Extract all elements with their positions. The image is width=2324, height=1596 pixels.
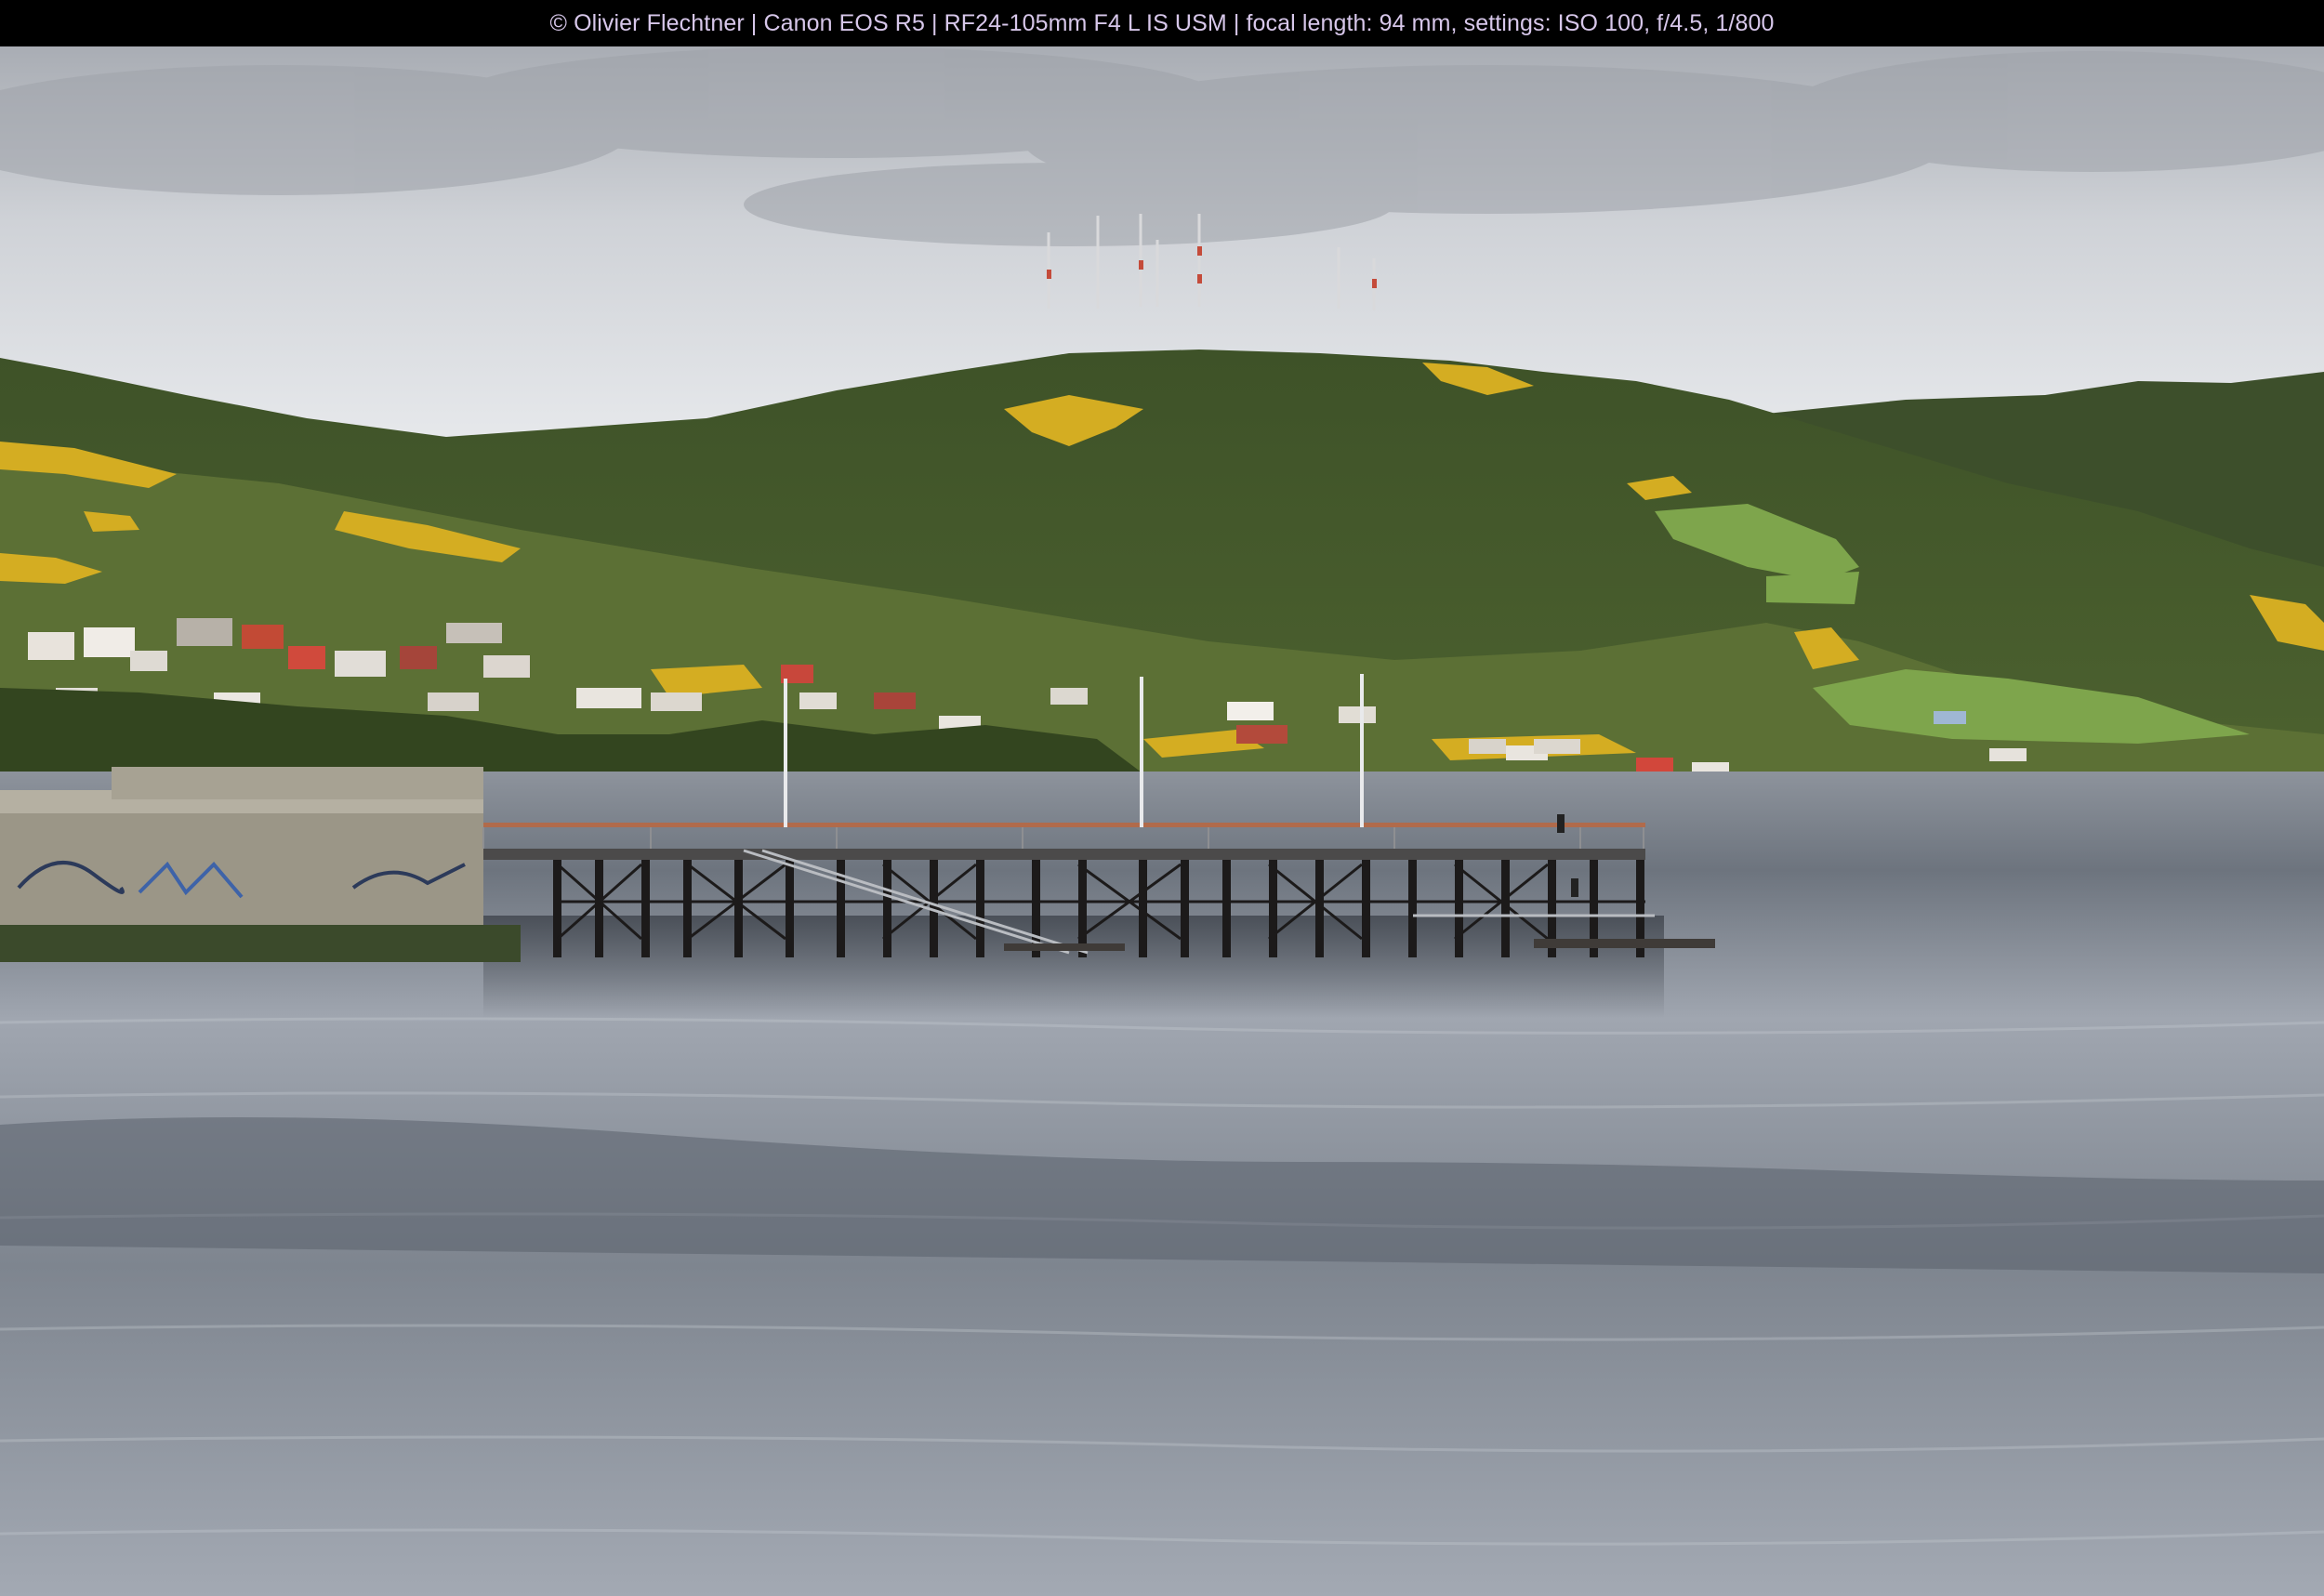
photo-viewer: © Olivier Flechtner | Canon EOS R5 | RF2… xyxy=(0,0,2324,1596)
pier-reflection xyxy=(483,916,1664,1018)
caption-bar: © Olivier Flechtner | Canon EOS R5 | RF2… xyxy=(0,0,2324,46)
photo-caption: © Olivier Flechtner | Canon EOS R5 | RF2… xyxy=(549,9,1775,36)
photo xyxy=(0,46,2324,1596)
